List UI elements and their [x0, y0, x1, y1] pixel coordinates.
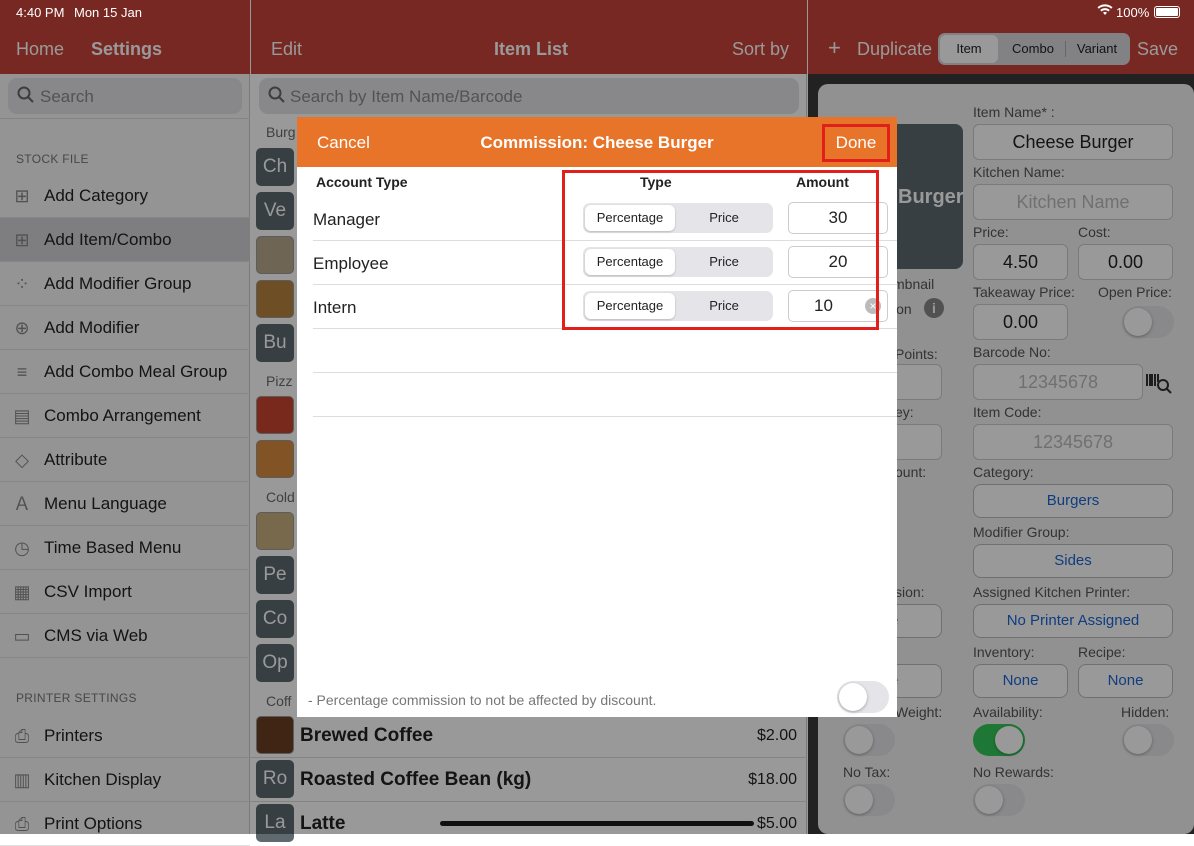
done-button[interactable]: Done — [822, 124, 890, 162]
commission-modal: Cancel Commission: Cheese Burger Done Ac… — [297, 117, 897, 717]
status-time: 4:40 PM — [16, 5, 65, 20]
empty-row — [313, 329, 897, 373]
empty-row — [313, 373, 897, 417]
home-indicator — [440, 821, 754, 826]
account-type-label: Manager — [313, 210, 381, 229]
account-type-label: Employee — [313, 254, 389, 273]
footer-note: - Percentage commission to not be affect… — [308, 692, 657, 708]
discount-commission-toggle[interactable] — [837, 681, 889, 713]
status-date: Mon 15 Jan — [74, 5, 142, 20]
account-type-header: Account Type — [316, 174, 408, 190]
type-amount-highlight — [562, 170, 879, 330]
modal-header: Cancel Commission: Cheese Burger Done — [297, 117, 897, 167]
status-bar: 4:40 PM Mon 15 Jan 100% — [0, 0, 1194, 24]
modal-title: Commission: Cheese Burger — [480, 133, 714, 152]
battery-percentage: 100% — [1116, 5, 1150, 20]
done-label: Done — [835, 133, 877, 152]
battery-icon — [1154, 6, 1180, 18]
wifi-icon — [1097, 4, 1113, 19]
account-type-label: Intern — [313, 298, 357, 317]
